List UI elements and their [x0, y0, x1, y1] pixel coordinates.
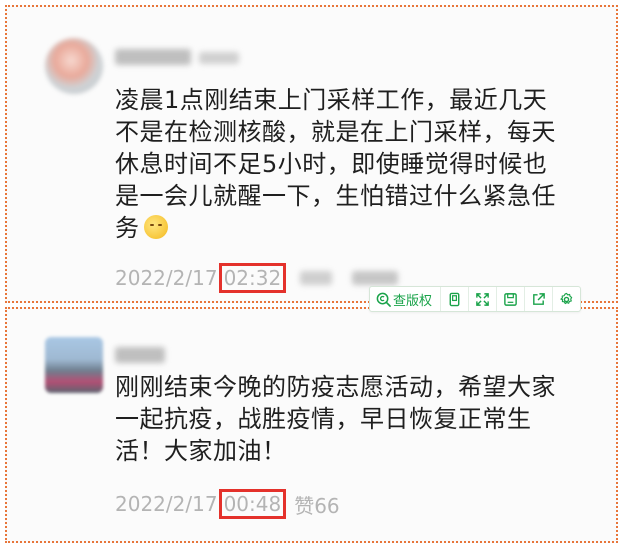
- share-button[interactable]: [524, 287, 552, 311]
- copy-icon: [449, 292, 460, 306]
- copy-button[interactable]: [440, 287, 468, 311]
- comment-text: 刚刚结束今晚的防疫志愿活动，希望大家 一起抗疫，战胜疫情，早日恢复正常生 活！大…: [115, 371, 585, 467]
- like-count[interactable]: 赞66: [294, 490, 339, 519]
- comment-meta: 2022/2/17 02:32: [115, 263, 399, 293]
- check-copyright-label: 查版权: [393, 293, 433, 309]
- comment-text-line: 是一会儿就醒一下，生怕错过什么紧急任: [115, 182, 556, 210]
- image-toolbar: 查版权: [369, 286, 582, 312]
- comment-text: 凌晨1点刚结束上门采样工作，最近几天 不是在检测核酸，就是在上门采样，每天 休息…: [115, 84, 585, 244]
- comment-date: 2022/2/17: [115, 492, 218, 516]
- comment-time-highlighted: 02:32: [218, 263, 287, 293]
- comment-text-line: 不是在检测核酸，就是在上门采样，每天: [115, 118, 556, 146]
- comment-text-line: 刚刚结束今晚的防疫志愿活动，希望大家: [115, 373, 556, 401]
- comment-text-last: 务: [115, 214, 140, 242]
- save-icon: [504, 292, 517, 306]
- save-button[interactable]: [496, 287, 524, 311]
- comment-card-1: 凌晨1点刚结束上门采样工作，最近几天 不是在检测核酸，就是在上门采样，每天 休息…: [5, 5, 618, 303]
- comment-text-line: 务: [115, 212, 585, 244]
- comment-card-2: 刚刚结束今晚的防疫志愿活动，希望大家 一起抗疫，战胜疫情，早日恢复正常生 活！大…: [5, 307, 618, 543]
- fullscreen-button[interactable]: [468, 287, 496, 311]
- blurred-action: [352, 271, 399, 285]
- search-copyright-icon: [376, 292, 391, 307]
- blurred-username: [115, 49, 191, 65]
- settings-icon: [560, 292, 573, 304]
- blurred-location: [300, 271, 333, 285]
- blurred-user-tag: [199, 52, 239, 64]
- expand-icon: [476, 292, 489, 306]
- comment-text-line: 活！大家加油！: [115, 437, 287, 465]
- settings-button[interactable]: [552, 287, 580, 311]
- comment-time-highlighted: 00:48: [218, 489, 287, 519]
- avatar[interactable]: [45, 337, 103, 393]
- share-icon: [533, 292, 545, 305]
- comment-text-line: 凌晨1点刚结束上门采样工作，最近几天: [115, 86, 548, 114]
- comment-meta: 2022/2/17 00:48 赞66: [115, 489, 340, 519]
- blurred-username: [115, 347, 165, 363]
- comment-text-line: 休息时间不足5小时，即使睡觉得时候也: [115, 150, 548, 178]
- emoji-icon: [143, 215, 168, 239]
- avatar[interactable]: [45, 38, 103, 94]
- check-copyright-button[interactable]: 查版权: [370, 287, 440, 311]
- comment-date: 2022/2/17: [115, 266, 218, 290]
- comment-text-line: 一起抗疫，战胜疫情，早日恢复正常生: [115, 405, 532, 433]
